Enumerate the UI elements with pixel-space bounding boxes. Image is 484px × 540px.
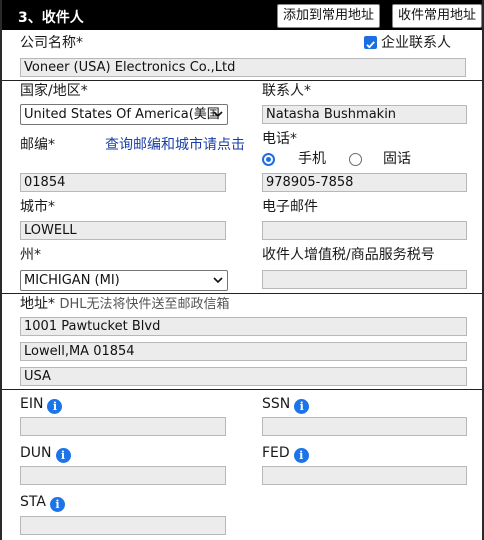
divider [2,389,482,390]
company-name-input[interactable]: Voneer (USA) Electronics Co.,Ltd [20,58,466,77]
chevron-down-icon [213,111,223,118]
section-title: 3、收件人 [18,10,84,26]
sta-label-text: STA [20,494,46,510]
state-select[interactable]: MICHIGAN (MI) [20,270,228,291]
city-label: 城市* [20,199,55,215]
info-icon[interactable]: i [294,399,310,414]
postcode-lookup-link[interactable]: 查询邮编和城市请点击 [105,137,245,153]
ssn-input[interactable] [262,417,467,436]
phone-type-mobile-radio[interactable] [262,153,275,166]
sta-input[interactable] [20,516,226,535]
recipient-form: 3、收件人 添加到常用地址 收件常用地址 公司名称* 企业联系人 Voneer … [0,0,484,540]
vat-label: 收件人增值税/商品服务税号 [262,247,435,263]
info-icon[interactable]: i [47,399,63,414]
address-line1-input[interactable]: 1001 Pawtucket Blvd [20,317,467,336]
ein-input[interactable] [20,417,226,436]
phone-input[interactable]: 978905-7858 [262,173,467,192]
phone-type-mobile-label: 手机 [298,151,326,167]
address-label: 地址* DHL无法将快件送至邮政信箱 [20,296,229,313]
postcode-input[interactable]: 01854 [20,173,226,192]
section-header: 3、收件人 添加到常用地址 收件常用地址 [2,0,483,30]
chevron-down-icon [213,277,223,284]
checkmark-icon [366,41,375,49]
contact-label: 联系人* [262,83,311,99]
info-icon[interactable]: i [293,448,309,463]
fed-input[interactable] [262,466,467,485]
common-address-button[interactable]: 收件常用地址 [392,4,483,28]
dun-label: DUN i [20,445,71,463]
add-to-common-address-button[interactable]: 添加到常用地址 [277,4,381,28]
divider [2,293,482,294]
company-name-label: 公司名称* [20,35,83,51]
dun-label-text: DUN [20,445,52,461]
info-icon[interactable]: i [55,448,71,463]
ssn-label: SSN i [262,396,310,414]
ein-label: EIN i [20,396,63,414]
dun-input[interactable] [20,466,226,485]
info-icon[interactable]: i [49,497,65,512]
fed-label: FED i [262,445,309,463]
divider [2,80,482,81]
enterprise-contact-label: 企业联系人 [381,35,451,51]
address-line3-input[interactable]: USA [20,367,467,386]
ssn-label-text: SSN [262,396,291,412]
sta-label: STA i [20,494,65,512]
country-label: 国家/地区* [20,83,88,99]
fed-label-text: FED [262,445,290,461]
enterprise-contact-checkbox[interactable] [364,36,377,49]
phone-type-landline-radio[interactable] [349,153,362,166]
address-po-box-note: DHL无法将快件送至邮政信箱 [59,297,230,312]
phone-label: 电话* [262,131,297,147]
email-label: 电子邮件 [262,199,318,215]
contact-input[interactable]: Natasha Bushmakin [262,105,467,124]
postcode-label: 邮编* [20,137,55,153]
email-input[interactable] [262,221,467,240]
address-label-text: 地址* [20,296,55,312]
state-label: 州* [20,247,41,263]
state-select-value: MICHIGAN (MI) [24,273,120,288]
city-input[interactable]: LOWELL [20,221,226,240]
country-select-value: United States Of America(美国 [24,107,220,122]
country-select[interactable]: United States Of America(美国 [20,104,228,125]
phone-type-landline-label: 固话 [383,151,411,167]
vat-input[interactable] [262,270,467,289]
ein-label-text: EIN [20,396,44,412]
address-line2-input[interactable]: Lowell,MA 01854 [20,342,467,361]
